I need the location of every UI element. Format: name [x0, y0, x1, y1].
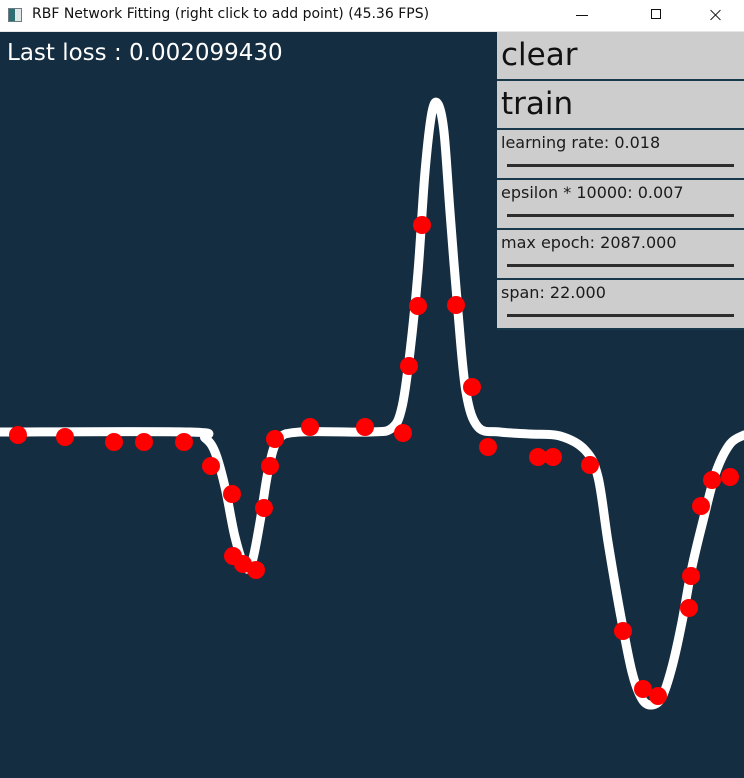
data-point — [400, 357, 418, 375]
learning-rate-label: learning rate: 0.018 — [501, 133, 661, 152]
epsilon-slider[interactable]: epsilon * 10000: 0.007 — [497, 180, 744, 230]
learning-rate-slider[interactable]: learning rate: 0.018 — [497, 130, 744, 180]
data-point — [682, 567, 700, 585]
max-epoch-track[interactable] — [507, 264, 734, 267]
data-point — [703, 471, 721, 489]
data-point — [413, 216, 431, 234]
data-point — [301, 418, 319, 436]
data-point — [614, 622, 632, 640]
minimize-button[interactable] — [560, 0, 606, 31]
data-point — [680, 599, 698, 617]
epsilon-track[interactable] — [507, 214, 734, 217]
title-bar[interactable]: RBF Network Fitting (right click to add … — [0, 0, 744, 32]
data-point — [255, 499, 273, 517]
data-point — [692, 497, 710, 515]
learning-rate-track[interactable] — [507, 164, 734, 167]
data-point — [135, 433, 153, 451]
data-point — [544, 448, 562, 466]
clear-button[interactable]: clear — [497, 32, 744, 81]
data-point — [105, 433, 123, 451]
data-point — [356, 418, 374, 436]
window-title: RBF Network Fitting (right click to add … — [32, 6, 430, 22]
last-loss-readout: Last loss : 0.002099430 — [7, 40, 283, 66]
span-label: span: 22.000 — [501, 283, 606, 302]
data-point — [649, 687, 667, 705]
data-point — [479, 438, 497, 456]
control-panel: clear train learning rate: 0.018 epsilon… — [497, 32, 744, 330]
app-icon — [8, 8, 22, 22]
maximize-button[interactable] — [634, 0, 680, 31]
close-button[interactable] — [692, 0, 738, 31]
data-point — [223, 485, 241, 503]
app-window: RBF Network Fitting (right click to add … — [0, 0, 744, 778]
span-track[interactable] — [507, 314, 734, 317]
data-point — [447, 296, 465, 314]
plot-canvas[interactable]: Last loss : 0.002099430 clear train lear… — [0, 32, 744, 778]
data-point — [202, 457, 220, 475]
data-point — [266, 430, 284, 448]
span-slider[interactable]: span: 22.000 — [497, 280, 744, 330]
data-point — [721, 468, 739, 486]
data-point — [463, 378, 481, 396]
data-point — [261, 457, 279, 475]
data-point — [9, 426, 27, 444]
train-button[interactable]: train — [497, 81, 744, 130]
data-point — [394, 424, 412, 442]
data-point — [56, 428, 74, 446]
data-point — [581, 456, 599, 474]
epsilon-label: epsilon * 10000: 0.007 — [501, 183, 684, 202]
data-point — [247, 561, 265, 579]
data-point — [175, 433, 193, 451]
max-epoch-label: max epoch: 2087.000 — [501, 233, 677, 252]
data-point — [409, 297, 427, 315]
max-epoch-slider[interactable]: max epoch: 2087.000 — [497, 230, 744, 280]
